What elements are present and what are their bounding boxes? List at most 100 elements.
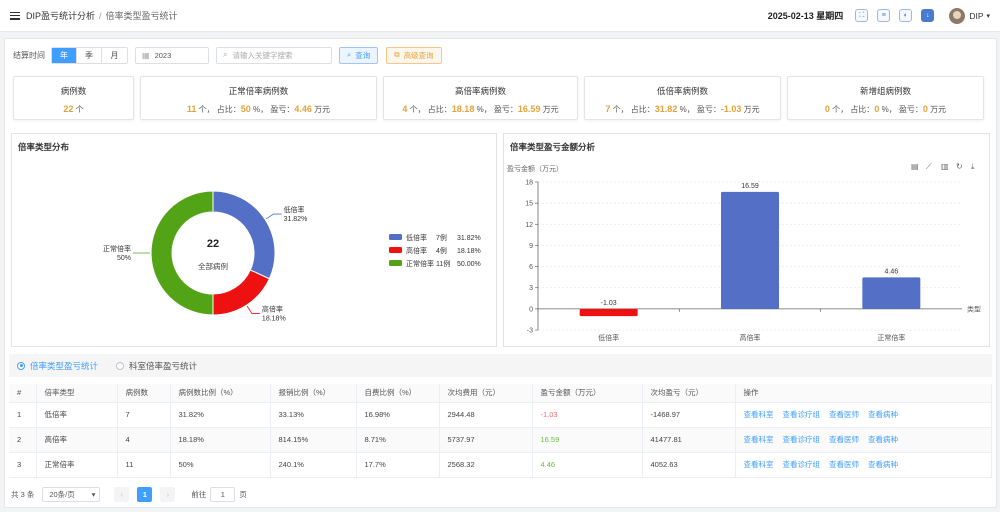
calendar-icon: ▦	[142, 50, 150, 60]
view-doctor-link[interactable]: 查看医师	[829, 460, 859, 469]
caret-down-icon[interactable]: ▾	[986, 12, 990, 20]
pie-slice-1[interactable]	[212, 269, 271, 316]
settings-icon[interactable]: ≡	[877, 9, 891, 22]
legend-pct-1: 18.18%	[457, 248, 481, 255]
download-icon[interactable]: ↓	[921, 9, 935, 22]
stat-ratio: 0	[874, 104, 880, 114]
stat-value: 0 个， 占比：0 %， 盈亏：0 万元	[788, 104, 983, 115]
search-icon: ⌕	[347, 50, 352, 59]
page-size-select[interactable]: 20条/页 ▾	[42, 486, 101, 502]
period-year[interactable]: 年	[52, 47, 77, 63]
view-disease-link[interactable]: 查看病种	[868, 410, 898, 419]
pie-outer-label-pct: 50%	[117, 255, 131, 262]
cell-actions: 查看科室 查看诊疗组 查看医师 查看病种	[735, 427, 992, 453]
stat-value: 11 个， 占比：50 %， 盈亏：4.46 万元	[141, 104, 376, 115]
query-button[interactable]: ⌕ 查询	[339, 46, 379, 64]
breadcrumb-current: 倍率类型盈亏统计	[105, 11, 178, 21]
tab-dept-rate[interactable]: 科室倍率盈亏统计	[116, 360, 197, 372]
bar-1[interactable]	[721, 191, 779, 309]
stat-value: 4 个， 占比：18.18 %， 盈亏：16.59 万元	[384, 104, 577, 115]
legend-label-1[interactable]: 高倍率	[406, 246, 427, 255]
pie-outer-label-name: 正常倍率	[103, 244, 131, 253]
view-group-link[interactable]: 查看诊疗组	[783, 410, 821, 419]
table-row: 3 正常倍率 11 50% 240.1% 17.7% 2568.32 4.46 …	[9, 452, 992, 478]
x-tick-label-1: 高倍率	[740, 333, 761, 342]
stat-profit: 0	[922, 104, 928, 114]
cell-avg-profit: 4052.63	[642, 452, 736, 478]
advanced-query-button[interactable]: ⧉ 高级查询	[386, 46, 442, 64]
x-axis-title: 类型	[967, 304, 981, 313]
filter-label: 结算时间	[13, 50, 45, 60]
stat-card-total: 病例数 22 个	[13, 76, 134, 120]
fullscreen-icon[interactable]: ⛶	[855, 9, 869, 22]
legend-label-0[interactable]: 低倍率	[406, 233, 427, 242]
stat-text: 个，	[612, 105, 629, 114]
view-doctor-link[interactable]: 查看医师	[829, 435, 859, 444]
tab-rate-type[interactable]: 倍率类型盈亏统计	[17, 360, 98, 372]
view-disease-link[interactable]: 查看病种	[868, 435, 898, 444]
view-dept-link[interactable]: 查看科室	[744, 460, 774, 469]
bar-value-label-1: 16.59	[741, 183, 759, 190]
radio-dot-icon	[17, 361, 25, 370]
cell-index: 1	[9, 402, 37, 428]
next-page-button[interactable]: ›	[160, 486, 176, 502]
cell-type: 低倍率	[36, 402, 118, 428]
period-quarter[interactable]: 季	[77, 47, 102, 63]
period-switch: 年 季 月	[51, 46, 128, 64]
cell-avg-profit: -1468.97	[642, 402, 736, 428]
page-number-1[interactable]: 1	[137, 486, 153, 502]
view-group-link[interactable]: 查看诊疗组	[783, 460, 821, 469]
search-placeholder: 请输入关键字搜索	[232, 50, 293, 60]
user-name[interactable]: DIP	[969, 11, 983, 21]
stat-card-normal: 正常倍率病例数 11 个， 占比：50 %， 盈亏：4.46 万元	[140, 76, 377, 120]
stat-unit: 个	[75, 105, 84, 114]
bar-panel: 倍率类型盈亏金额分析 ▤ ⟋ ▥ ↻ ⤓ 盈亏金额（万元） -3 0 3 6 9 12 15 1…	[503, 133, 990, 347]
view-disease-link[interactable]: 查看病种	[868, 460, 898, 469]
legend-count-0: 7例	[436, 233, 447, 242]
cell-type: 正常倍率	[36, 452, 118, 478]
year-picker[interactable]: ▦ 2023	[135, 46, 209, 64]
pie-panel: 倍率类型分布 低倍率 31.82% 高倍率 18.18% 正常倍率 50% 22 全部病例 低倍…	[11, 133, 497, 347]
main-content: 结算时间 年 季 月 ▦ 2023 ⌕ 请输入关键字搜索 ⌕ 查询 ⧉ 高级查询 病例数…	[4, 38, 997, 508]
search-input[interactable]: ⌕ 请输入关键字搜索	[216, 46, 332, 64]
bar-2[interactable]	[862, 277, 921, 309]
stat-text: 占比：	[630, 105, 655, 114]
stat-value: 22 个	[14, 104, 133, 115]
avatar[interactable]	[949, 7, 966, 24]
stat-number: 22	[63, 104, 74, 114]
legend-swatch-0[interactable]	[389, 234, 402, 240]
page-jump-input[interactable]: 1	[210, 486, 236, 502]
cell-profit: -1.03	[532, 402, 643, 428]
cell-self-ratio: 8.71%	[356, 427, 440, 453]
col-header: 病例数	[117, 384, 171, 403]
breadcrumb-root[interactable]: DIP盈亏统计分析	[26, 9, 95, 22]
period-month[interactable]: 月	[102, 48, 127, 63]
radio-dot-icon	[116, 361, 125, 370]
view-dept-link[interactable]: 查看科室	[744, 435, 774, 444]
legend-pct-0: 31.82%	[457, 235, 481, 242]
pie-outer-label-pct: 31.82%	[284, 216, 308, 223]
stat-profit: 16.59	[517, 104, 541, 114]
y-tick-label-4: 9	[529, 243, 533, 250]
stat-text: 占比：	[850, 105, 875, 114]
view-doctor-link[interactable]: 查看医师	[829, 410, 859, 419]
stat-text: 万元	[743, 105, 760, 114]
stat-ratio: 50	[240, 104, 251, 114]
cell-reimburse-ratio: 240.1%	[270, 452, 357, 478]
stat-text: 盈亏：	[696, 105, 721, 114]
legend-swatch-2[interactable]	[389, 260, 402, 266]
theme-icon[interactable]: ◐	[899, 9, 913, 22]
cell-self-ratio: 16.98%	[356, 402, 440, 428]
pie-slice-2[interactable]	[150, 190, 214, 316]
menu-toggle-icon[interactable]	[10, 11, 20, 20]
prev-page-button[interactable]: ‹	[114, 486, 130, 502]
legend-label-2[interactable]: 正常倍率	[406, 259, 434, 268]
view-dept-link[interactable]: 查看科室	[744, 410, 774, 419]
breadcrumb-separator: /	[99, 10, 102, 21]
view-group-link[interactable]: 查看诊疗组	[783, 435, 821, 444]
bar-0[interactable]	[579, 308, 638, 317]
legend-swatch-1[interactable]	[389, 247, 402, 253]
stat-value: 7 个， 占比：31.82 %， 盈亏：-1.03 万元	[585, 104, 780, 115]
cell-actions: 查看科室 查看诊疗组 查看医师 查看病种	[735, 452, 992, 478]
stat-title: 新增组病例数	[859, 86, 911, 96]
